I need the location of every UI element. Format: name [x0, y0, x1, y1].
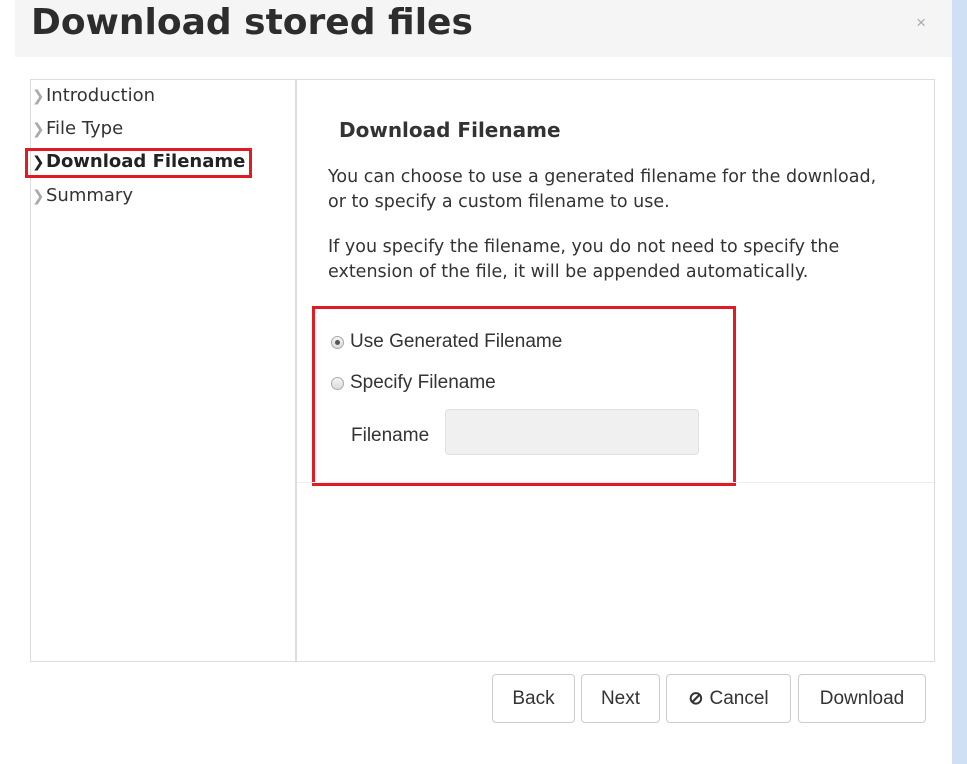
download-button[interactable]: Download [798, 674, 926, 723]
extension-note-paragraph: If you specify the filename, you do not … [328, 237, 840, 282]
download-dialog: Download stored files × ❯Introduction ❯F… [0, 0, 952, 764]
dialog-header: Download stored files × [15, 0, 952, 57]
wizard-steps: ❯Introduction ❯File Type ❯Download Filen… [25, 80, 297, 661]
step-introduction[interactable]: ❯Introduction [32, 83, 155, 109]
step-label: File Type [46, 118, 124, 139]
description-paragraph: You can choose to use a generated filena… [328, 167, 877, 212]
back-button[interactable]: Back [492, 674, 575, 723]
specify-filename-radio[interactable] [331, 376, 344, 390]
use-generated-radio[interactable] [331, 335, 344, 349]
content-divider [297, 482, 934, 483]
filename-label: Filename [351, 425, 430, 446]
active-step-highlight [25, 148, 252, 178]
use-generated-label: Use Generated Filename [350, 331, 563, 352]
section-title: Download Filename [339, 118, 561, 142]
wizard-panel: ❯Introduction ❯File Type ❯Download Filen… [25, 79, 935, 662]
specify-filename-label: Specify Filename [350, 372, 496, 393]
next-button-label: Next [600, 687, 641, 709]
chevron-right-icon: ❯ [32, 187, 45, 205]
dialog-title: Download stored files [31, 2, 473, 43]
step-label: Summary [46, 185, 133, 206]
chevron-right-icon: ❯ [32, 87, 45, 105]
step-content: Download Filename You can choose to use … [297, 80, 934, 661]
download-button-label: Download [819, 687, 905, 709]
specify-filename-option[interactable]: Specify Filename [331, 370, 496, 396]
chevron-right-icon: ❯ [32, 120, 45, 138]
next-button[interactable]: Next [581, 674, 660, 723]
step-label: Introduction [46, 85, 156, 106]
close-icon[interactable]: × [916, 13, 926, 33]
back-button-label: Back [512, 687, 555, 709]
filename-options-highlight: Use Generated Filename Specify Filename … [312, 306, 736, 486]
cancel-button-label: Cancel [709, 687, 769, 709]
cancel-button[interactable]: ⊘ Cancel [666, 674, 791, 723]
step-file-type[interactable]: ❯File Type [32, 116, 123, 142]
use-generated-filename-option[interactable]: Use Generated Filename [331, 329, 562, 355]
ban-icon: ⊘ [688, 688, 704, 708]
step-summary[interactable]: ❯Summary [32, 183, 133, 209]
background-strip [952, 0, 967, 764]
filename-input[interactable] [445, 409, 699, 455]
